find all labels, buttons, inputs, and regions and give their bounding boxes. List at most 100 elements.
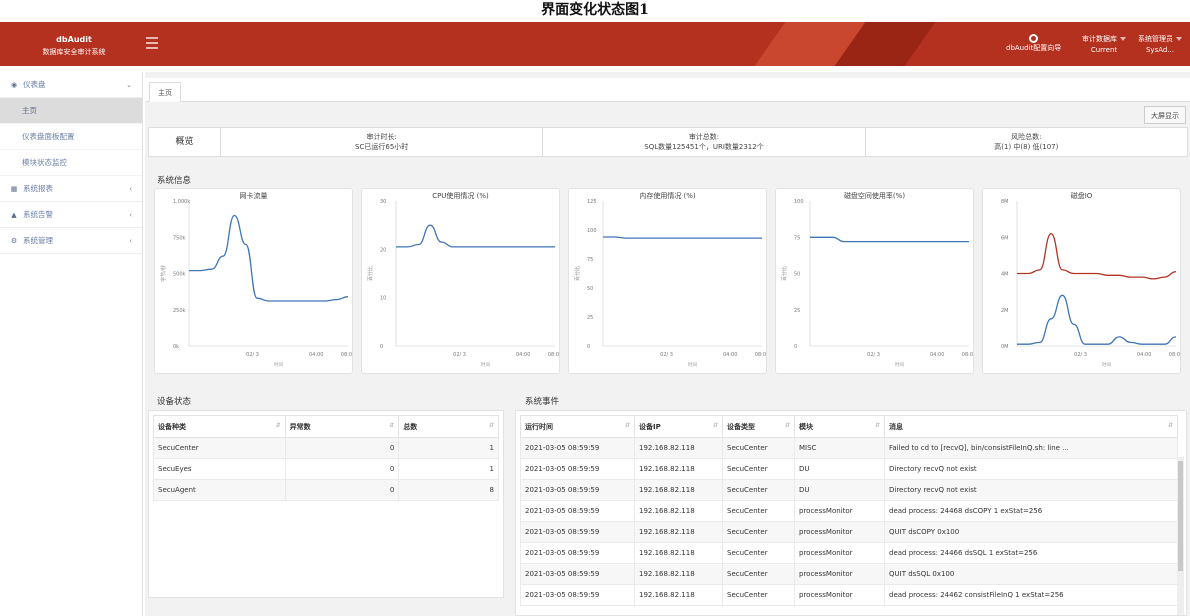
sidebar-item-module-monitor[interactable]: 模块状态监控: [0, 150, 142, 176]
device-status-table: 设备种类 ⇵ 异常数 ⇵ 总数 ⇵ SecuCenter 0 1 SecuEyes 0 1 S…: [153, 415, 499, 501]
scrollbar-thumb[interactable]: [1178, 461, 1183, 571]
audit-db-value: Current: [1090, 46, 1118, 54]
sidebar-item-label: 仪表盘: [23, 80, 46, 89]
table-row[interactable]: 2021-03-05 08:59:59 192.168.82.118 SecuCen…: [520, 500, 1178, 522]
risk-label: 风险总数:: [1011, 133, 1042, 141]
x-tick-label: 08:00: [341, 352, 352, 358]
event-cell: processMonitor: [794, 563, 885, 585]
chevron-left-icon: ‹: [129, 185, 132, 193]
column-header[interactable]: 总数 ⇵: [398, 415, 499, 438]
y-tick-label: 2M: [1001, 308, 1009, 314]
column-header[interactable]: 异常数 ⇵: [284, 415, 400, 438]
event-cell: 192.168.82.118: [634, 542, 723, 564]
event-cell: SecuCenter: [722, 521, 795, 543]
audit-db-label: 审计数据库: [1082, 35, 1117, 43]
event-cell: dead process: 24462 consistFileInQ 1 exS…: [884, 584, 1178, 606]
y-tick-label: 10: [380, 296, 386, 302]
y-tick-label: 30: [380, 199, 386, 205]
sidebar-item-home[interactable]: 主页: [0, 98, 142, 124]
dashboard-icon: ◉: [10, 81, 18, 89]
bigscreen-button[interactable]: 大屏显示: [1144, 106, 1186, 124]
x-tick-label: 08:00: [755, 352, 766, 358]
brand[interactable]: dbAudit 数据库安全审计系统: [0, 22, 148, 66]
y-tick-label: 0: [380, 344, 383, 350]
figure-caption: 界面变化状态图1: [541, 2, 649, 18]
series-line-0: [189, 214, 349, 302]
x-axis-label: 时间: [481, 361, 490, 368]
x-axis-label: 时间: [688, 361, 697, 368]
cogs-icon: ⚙: [10, 237, 18, 245]
tab-home[interactable]: 主页: [149, 82, 181, 102]
y-axis-label: 字节/秒: [160, 265, 167, 282]
sort-icon: ⇵: [624, 422, 630, 429]
x-axis-label: 时间: [274, 361, 283, 368]
sidebar-item-alerts[interactable]: ▲ 系统告警 ‹: [0, 202, 142, 228]
chart-svg: CPU使用情况 (%) 30 20 10 0 百分比 02/ 3 04:00 08:00 时间: [367, 191, 559, 368]
event-cell: DU: [794, 458, 885, 480]
sidebar-item-reports[interactable]: ▦ 系统报表 ‹: [0, 176, 142, 202]
event-cell: processMonitor: [794, 521, 885, 543]
sidebar-item-dashboard-config[interactable]: 仪表盘面板配置: [0, 124, 142, 150]
overview-audit-time: 审计时长: SC已运行65小时: [221, 128, 544, 156]
event-cell: MISC: [794, 437, 885, 459]
event-cell: Directory recvQ not exist: [884, 479, 1178, 501]
table-row[interactable]: 2021-03-05 08:59:59 192.168.82.118 SecuCen…: [520, 437, 1178, 459]
column-header[interactable]: 设备类型 ⇵: [722, 415, 795, 438]
event-cell: 192.168.82.118: [634, 437, 723, 459]
column-header[interactable]: 运行时间 ⇵: [520, 415, 635, 438]
chart-disk-space: 磁盘空间使用率(%) 100 75 50 25 0 百分比 02/ 3 04:00 08:00 时间: [775, 188, 974, 374]
column-header[interactable]: 设备IP ⇵: [634, 415, 723, 438]
event-cell: DU: [794, 479, 885, 501]
system-events-table: 运行时间 ⇵ 设备IP ⇵ 设备类型 ⇵ 模块 ⇵ 消息 ⇵ 2021-03-05 08:…: [520, 415, 1178, 606]
overview-bar: 概览 审计时长: SC已运行65小时 审计总数: SQL数量125451个，UR…: [148, 127, 1188, 157]
event-cell: 2021-03-05 08:59:59: [520, 563, 635, 585]
event-cell: 2021-03-05 08:59:59: [520, 458, 635, 480]
brand-title: dbAudit: [56, 35, 92, 44]
chart-title: 内存使用情况 (%): [639, 191, 696, 200]
table-row[interactable]: 2021-03-05 08:59:59 192.168.82.118 SecuCen…: [520, 563, 1178, 585]
admin-menu[interactable]: 系统管理员 SysAd...: [1138, 34, 1182, 56]
sort-icon: ⇵: [874, 422, 880, 429]
y-tick-label: 500k: [173, 272, 186, 278]
table-row[interactable]: SecuEyes 0 1: [153, 458, 499, 480]
y-tick-label: 25: [587, 315, 593, 321]
sidebar-item-dashboard[interactable]: ◉ 仪表盘 ⌄: [0, 72, 142, 98]
menu-toggle-icon[interactable]: [146, 37, 158, 49]
table-row[interactable]: 2021-03-05 08:59:59 192.168.82.118 SecuCen…: [520, 521, 1178, 543]
sidebar: ◉ 仪表盘 ⌄ 主页 仪表盘面板配置 模块状态监控 ▦ 系统报表 ‹ ▲ 系统告警 ‹…: [0, 72, 143, 616]
event-cell: Failed to cd to [recvQ], bin/consistFile…: [884, 437, 1178, 459]
audit-time-value: SC已运行65小时: [355, 143, 409, 151]
table-row[interactable]: SecuAgent 0 8: [153, 479, 499, 501]
y-axis-label: 百分比: [367, 266, 374, 281]
chart-title: CPU使用情况 (%): [432, 191, 489, 200]
x-axis-label: 时间: [895, 361, 904, 368]
event-cell: QUIT dsSQL 0x100: [884, 563, 1178, 585]
table-row[interactable]: SecuCenter 0 1: [153, 437, 499, 459]
table-row[interactable]: 2021-03-05 08:59:59 192.168.82.118 SecuCen…: [520, 584, 1178, 606]
event-cell: dead process: 24468 dsCOPY 1 exStat=256: [884, 500, 1178, 522]
event-cell: dead process: 24466 dsSQL 1 exStat=256: [884, 542, 1178, 564]
column-header[interactable]: 消息 ⇵: [884, 415, 1178, 438]
chart-svg: 内存使用情况 (%) 125 100 75 50 25 0 百分比 02/ 3 04:00 08:0…: [574, 191, 766, 368]
series-line-0: [809, 236, 969, 243]
y-tick-label: 100: [587, 228, 597, 234]
table-row[interactable]: 2021-03-05 08:59:59 192.168.82.118 SecuCen…: [520, 479, 1178, 501]
column-header[interactable]: 模块 ⇵: [794, 415, 885, 438]
events-scrollbar[interactable]: [1177, 457, 1184, 615]
chart-disk-io: 磁盘IO 8M 6M 4M 2M 0M 02/ 3 04:00 08:00 时间: [982, 188, 1181, 374]
event-cell: SecuCenter: [722, 563, 795, 585]
y-tick-label: 75: [587, 257, 593, 263]
table-row[interactable]: 2021-03-05 08:59:59 192.168.82.118 SecuCen…: [520, 458, 1178, 480]
chart-memory: 内存使用情况 (%) 125 100 75 50 25 0 百分比 02/ 3 04:00 08:0…: [568, 188, 767, 374]
x-tick-label: 04:00: [723, 352, 737, 358]
sidebar-item-admin[interactable]: ⚙ 系统管理 ‹: [0, 228, 142, 254]
event-cell: SecuCenter: [722, 437, 795, 459]
admin-value: SysAd...: [1145, 46, 1175, 54]
audit-db-menu[interactable]: 审计数据库 Current: [1082, 34, 1126, 56]
event-cell: 2021-03-05 08:59:59: [520, 584, 635, 606]
column-header[interactable]: 设备种类 ⇵: [153, 415, 286, 438]
table-row[interactable]: 2021-03-05 08:59:59 192.168.82.118 SecuCen…: [520, 542, 1178, 564]
x-tick-label: 04:00: [930, 352, 944, 358]
x-tick-label: 08:00: [1169, 352, 1180, 358]
config-guide-button[interactable]: dbAudit配置向导: [1006, 34, 1061, 54]
